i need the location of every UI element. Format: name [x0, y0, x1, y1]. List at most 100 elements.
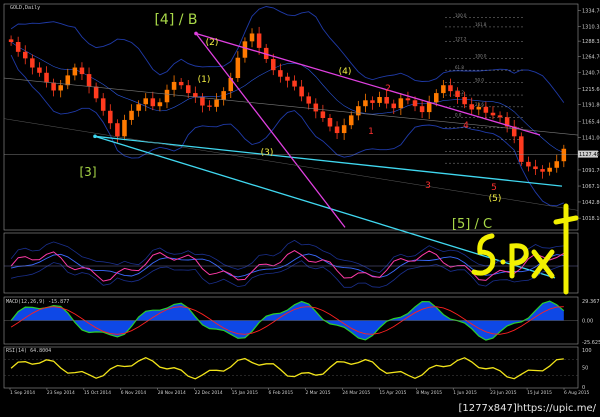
candle-body [497, 115, 503, 118]
candle-body [363, 100, 368, 107]
candle-body [242, 41, 248, 58]
wave-label: (4) [339, 67, 352, 77]
candle-body [356, 106, 361, 116]
candle-body [235, 57, 241, 79]
price-tick-label: 1264.70 [582, 55, 600, 61]
date-tick-label: 28 Nov 2014 [158, 390, 186, 396]
wave-label: 1 [368, 127, 374, 137]
date-tick-label: 2 Mar 2015 [305, 390, 330, 396]
wave-label: (5) [489, 194, 502, 204]
candle-body [185, 85, 191, 94]
price-tick-label: 1091.70 [582, 168, 600, 174]
candle-body [214, 99, 219, 107]
candle-body [8, 39, 14, 42]
price-tick-label: 1042.80 [582, 200, 600, 206]
magenta-channel-upper [195, 32, 541, 136]
candle-body [299, 86, 304, 97]
current-price-text: 1127.48 [579, 152, 600, 158]
price-axis: 1334.70 1310.35 1288.35 1264.70 1240.70 1215.… [4, 9, 600, 222]
candle-body [462, 97, 467, 105]
candle-body [419, 106, 425, 113]
candle-body [384, 97, 389, 104]
date-tick-label: 1 Sep 2014 [10, 390, 35, 396]
candle-body [136, 104, 141, 111]
price-tick-label: 1334.70 [582, 9, 600, 15]
candle-body [306, 96, 311, 104]
date-tick-label: 6 Aug 2015 [564, 390, 590, 396]
date-tick-label: 1 Jun 2015 [453, 390, 477, 396]
price-tick-label: 1215.60 [582, 87, 600, 93]
candle-body [320, 111, 326, 118]
candle-body [65, 75, 71, 86]
candle-body [193, 93, 198, 98]
candle-body [108, 110, 113, 124]
candle-body [348, 115, 354, 126]
candle-body [143, 98, 148, 105]
candle-body [292, 80, 297, 87]
channel-anchor [194, 31, 198, 36]
candle-body [405, 98, 411, 101]
fib-label: 61.8 [455, 65, 464, 70]
fib-label: 127.2 [455, 36, 467, 41]
macd-y-tick: 29.367 [582, 299, 600, 305]
candle-body [434, 93, 439, 103]
wave-label: [4] / B [154, 12, 197, 28]
candle-body [178, 81, 184, 86]
macd-header: MACD(12,26,9) -15.877 [6, 299, 70, 305]
candle-body [249, 33, 255, 42]
price-tick-label: 1310.35 [582, 25, 600, 31]
candle-body [533, 166, 538, 170]
candle-body [554, 161, 560, 168]
date-tick-label: 6 Nov 2014 [121, 390, 147, 396]
rsi-y-tick: 50 [582, 366, 588, 372]
rsi-y-tick: 100 [582, 348, 592, 354]
rsi-header: RSI(14) 64.8004 [6, 348, 52, 354]
macd-y-tick: -25.625 [582, 340, 600, 346]
candle-body [93, 86, 99, 99]
candle-body [561, 148, 567, 162]
candle-body [164, 89, 170, 103]
fib-label: 0.0 [455, 112, 462, 117]
date-axis: 1 Sep 2014 23 Sep 2014 15 Oct 2014 6 Nov 20… [9, 388, 590, 396]
candle-body [483, 106, 489, 113]
price-tick-label: 1191.80 [582, 102, 600, 108]
price-tick-label: 1288.35 [582, 39, 600, 45]
candle-body [30, 58, 35, 68]
fib-label: 161.8 [475, 22, 487, 27]
watermark-text: [1277x847]https://upic.me/ [458, 403, 596, 414]
date-tick-label: 8 May 2015 [416, 390, 442, 396]
macd-panel: 29.367 0.00 -25.625 [4, 299, 600, 346]
cyan-channel-lower [94, 135, 563, 187]
candle-body [157, 102, 163, 107]
wave-label: 5 [491, 183, 497, 193]
candle-body [370, 100, 375, 103]
candle-body [391, 103, 397, 109]
fib-label: 100.0 [455, 13, 467, 18]
cyan-channel-upper [94, 135, 556, 279]
candle-body [150, 98, 156, 107]
candle-body [221, 91, 226, 100]
candle-body [115, 123, 120, 137]
candle-body [37, 67, 42, 73]
candle-body [22, 51, 28, 59]
candle-body [44, 72, 49, 83]
logo-stroke-x [531, 249, 555, 279]
date-tick-label: 15 Jan 2015 [232, 390, 259, 396]
candle-body [398, 98, 404, 109]
candle-body [341, 125, 347, 134]
fib-label: 23.6 [475, 102, 484, 107]
fib-label: 50.0 [475, 78, 484, 83]
candle-body [86, 74, 92, 87]
wave-label: [5] / C [452, 217, 492, 232]
fib-label: 100.0 [475, 53, 487, 58]
wave-label: 3 [425, 181, 431, 191]
wave-label: [3] [80, 165, 97, 179]
candle-body [469, 104, 474, 110]
wave-label: 4 [463, 121, 469, 131]
candle-body [334, 126, 340, 134]
candle-body [455, 91, 460, 98]
logo-stroke-t [553, 203, 579, 295]
price-tick-label: 1240.70 [582, 70, 600, 76]
candle-body [426, 102, 432, 113]
date-tick-label: 23 Sep 2014 [47, 390, 75, 396]
